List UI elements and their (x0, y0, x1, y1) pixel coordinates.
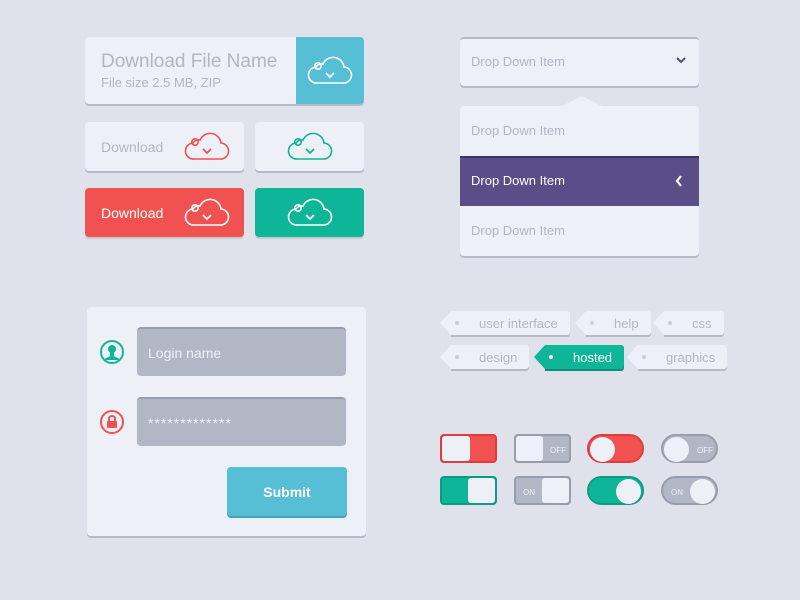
tag-hole-icon (642, 355, 646, 359)
dropdown-menu: Drop Down Item Drop Down Item Drop Down … (460, 106, 699, 256)
cloud-download-icon (287, 132, 332, 160)
toggle-knob (664, 437, 689, 462)
toggle-round-green-on[interactable] (587, 476, 644, 505)
submit-button[interactable]: Submit (227, 467, 347, 516)
dropdown-item-active[interactable]: Drop Down Item (460, 156, 699, 206)
tag-help[interactable]: help (575, 311, 651, 335)
file-download-card: Download File Name File size 2.5 MB, ZIP (85, 37, 364, 104)
download-button-red[interactable]: Download (85, 188, 244, 237)
dropdown-pointer (562, 96, 602, 106)
cloud-download-icon (184, 132, 230, 160)
toggle-knob (468, 478, 495, 503)
tag-label: graphics (666, 349, 716, 365)
dropdown-item-label: Drop Down Item (471, 223, 565, 238)
download-icon-button-green[interactable] (255, 188, 364, 237)
download-icon-button-light[interactable] (255, 122, 364, 171)
toggle-knob (516, 436, 543, 461)
tag-label: user interface (479, 315, 558, 331)
tag-graphics[interactable]: graphics (626, 345, 728, 369)
dropdown-item[interactable]: Drop Down Item (460, 206, 699, 256)
cloud-download-icon (184, 198, 230, 226)
tag-css[interactable]: css (653, 311, 724, 335)
toggle-knob (442, 436, 470, 461)
toggle-knob (542, 478, 569, 503)
dropdown-select[interactable]: Drop Down Item (460, 37, 699, 86)
download-button-light[interactable]: Download (85, 122, 244, 171)
dropdown-selected-value: Drop Down Item (471, 54, 565, 69)
toggle-round-red-off[interactable] (587, 434, 644, 463)
tag-hole-icon (455, 355, 459, 359)
dropdown-item[interactable]: Drop Down Item (460, 106, 699, 156)
cloud-download-icon (287, 198, 332, 226)
dropdown-item-label: Drop Down Item (471, 173, 565, 188)
chevron-left-icon (675, 175, 682, 187)
toggle-square-red-off[interactable] (440, 434, 497, 463)
lock-icon (100, 410, 124, 434)
tag-user-interface[interactable]: user interface (440, 311, 570, 335)
toggle-on-label: ON (671, 488, 683, 497)
toggle-round-gray-on[interactable]: ON (661, 476, 718, 505)
login-form: Login name ************* Submit (87, 307, 366, 536)
chevron-down-icon (676, 57, 686, 64)
toggle-knob (690, 479, 715, 504)
toggle-square-gray-off[interactable]: OFF (514, 434, 571, 463)
download-label: Download (101, 138, 164, 155)
toggle-knob (590, 437, 615, 462)
login-name-placeholder: Login name (148, 344, 222, 361)
tag-label: css (692, 315, 712, 331)
tag-hosted[interactable]: hosted (533, 345, 625, 369)
tag-hole-icon (549, 355, 553, 359)
tag-hole-icon (668, 321, 672, 325)
user-icon (100, 340, 124, 364)
file-size: File size 2.5 MB, ZIP (101, 75, 221, 90)
tag-label: hosted (573, 349, 613, 365)
login-name-input[interactable]: Login name (137, 327, 346, 376)
dropdown-item-label: Drop Down Item (471, 123, 565, 138)
toggle-square-green-on[interactable] (440, 476, 497, 505)
tag-design[interactable]: design (439, 345, 530, 369)
password-input[interactable]: ************* (137, 397, 346, 446)
cloud-download-icon (307, 56, 353, 84)
toggle-round-gray-off[interactable]: OFF (661, 434, 718, 463)
file-name: Download File Name (101, 51, 278, 72)
tag-label: design (479, 349, 518, 365)
toggle-knob (616, 479, 641, 504)
tag-hole-icon (455, 321, 459, 325)
password-value: ************* (148, 414, 232, 431)
tag-label: help (614, 315, 639, 331)
download-label: Download (101, 204, 164, 221)
file-download-button[interactable] (296, 37, 364, 104)
toggle-off-label: OFF (697, 446, 713, 455)
toggle-off-label: OFF (550, 446, 566, 455)
toggle-square-gray-on[interactable]: ON (514, 476, 571, 505)
toggle-on-label: ON (523, 488, 535, 497)
tag-hole-icon (590, 321, 594, 325)
